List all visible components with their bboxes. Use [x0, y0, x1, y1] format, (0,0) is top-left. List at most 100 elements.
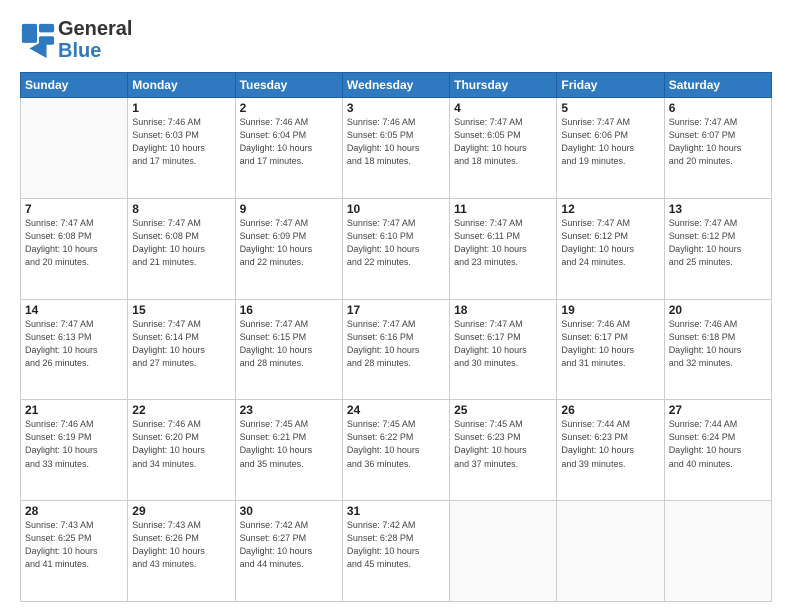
- day-info: Sunrise: 7:46 AMSunset: 6:19 PMDaylight:…: [25, 418, 123, 470]
- calendar-cell: 25Sunrise: 7:45 AMSunset: 6:23 PMDayligh…: [450, 400, 557, 501]
- day-info: Sunrise: 7:43 AMSunset: 6:26 PMDaylight:…: [132, 519, 230, 571]
- day-number: 22: [132, 403, 230, 417]
- calendar-cell: 24Sunrise: 7:45 AMSunset: 6:22 PMDayligh…: [342, 400, 449, 501]
- day-info: Sunrise: 7:45 AMSunset: 6:23 PMDaylight:…: [454, 418, 552, 470]
- day-info: Sunrise: 7:46 AMSunset: 6:04 PMDaylight:…: [240, 116, 338, 168]
- calendar-cell: 20Sunrise: 7:46 AMSunset: 6:18 PMDayligh…: [664, 299, 771, 400]
- calendar-cell: 28Sunrise: 7:43 AMSunset: 6:25 PMDayligh…: [21, 501, 128, 602]
- day-number: 19: [561, 303, 659, 317]
- calendar-cell: [557, 501, 664, 602]
- day-number: 14: [25, 303, 123, 317]
- day-number: 7: [25, 202, 123, 216]
- calendar-cell: 3Sunrise: 7:46 AMSunset: 6:05 PMDaylight…: [342, 98, 449, 199]
- calendar-cell: 9Sunrise: 7:47 AMSunset: 6:09 PMDaylight…: [235, 198, 342, 299]
- day-info: Sunrise: 7:47 AMSunset: 6:15 PMDaylight:…: [240, 318, 338, 370]
- day-info: Sunrise: 7:42 AMSunset: 6:27 PMDaylight:…: [240, 519, 338, 571]
- calendar-cell: 13Sunrise: 7:47 AMSunset: 6:12 PMDayligh…: [664, 198, 771, 299]
- calendar-table: SundayMondayTuesdayWednesdayThursdayFrid…: [20, 72, 772, 602]
- day-info: Sunrise: 7:47 AMSunset: 6:16 PMDaylight:…: [347, 318, 445, 370]
- calendar-cell: 11Sunrise: 7:47 AMSunset: 6:11 PMDayligh…: [450, 198, 557, 299]
- day-info: Sunrise: 7:44 AMSunset: 6:23 PMDaylight:…: [561, 418, 659, 470]
- calendar-cell: 18Sunrise: 7:47 AMSunset: 6:17 PMDayligh…: [450, 299, 557, 400]
- day-info: Sunrise: 7:45 AMSunset: 6:21 PMDaylight:…: [240, 418, 338, 470]
- logo: General Blue: [20, 18, 132, 62]
- day-info: Sunrise: 7:47 AMSunset: 6:07 PMDaylight:…: [669, 116, 767, 168]
- day-number: 25: [454, 403, 552, 417]
- calendar-cell: 29Sunrise: 7:43 AMSunset: 6:26 PMDayligh…: [128, 501, 235, 602]
- day-info: Sunrise: 7:47 AMSunset: 6:08 PMDaylight:…: [25, 217, 123, 269]
- day-number: 31: [347, 504, 445, 518]
- day-number: 26: [561, 403, 659, 417]
- calendar-cell: 5Sunrise: 7:47 AMSunset: 6:06 PMDaylight…: [557, 98, 664, 199]
- day-info: Sunrise: 7:47 AMSunset: 6:08 PMDaylight:…: [132, 217, 230, 269]
- day-number: 5: [561, 101, 659, 115]
- day-info: Sunrise: 7:46 AMSunset: 6:03 PMDaylight:…: [132, 116, 230, 168]
- calendar-cell: 14Sunrise: 7:47 AMSunset: 6:13 PMDayligh…: [21, 299, 128, 400]
- calendar-cell: 21Sunrise: 7:46 AMSunset: 6:19 PMDayligh…: [21, 400, 128, 501]
- calendar-cell: 26Sunrise: 7:44 AMSunset: 6:23 PMDayligh…: [557, 400, 664, 501]
- calendar-cell: 1Sunrise: 7:46 AMSunset: 6:03 PMDaylight…: [128, 98, 235, 199]
- day-number: 30: [240, 504, 338, 518]
- day-info: Sunrise: 7:46 AMSunset: 6:17 PMDaylight:…: [561, 318, 659, 370]
- calendar-cell: 31Sunrise: 7:42 AMSunset: 6:28 PMDayligh…: [342, 501, 449, 602]
- day-info: Sunrise: 7:42 AMSunset: 6:28 PMDaylight:…: [347, 519, 445, 571]
- day-info: Sunrise: 7:47 AMSunset: 6:12 PMDaylight:…: [561, 217, 659, 269]
- calendar-cell: 23Sunrise: 7:45 AMSunset: 6:21 PMDayligh…: [235, 400, 342, 501]
- calendar-cell: 10Sunrise: 7:47 AMSunset: 6:10 PMDayligh…: [342, 198, 449, 299]
- day-number: 29: [132, 504, 230, 518]
- calendar-cell: 7Sunrise: 7:47 AMSunset: 6:08 PMDaylight…: [21, 198, 128, 299]
- calendar-cell: 19Sunrise: 7:46 AMSunset: 6:17 PMDayligh…: [557, 299, 664, 400]
- day-header-sunday: Sunday: [21, 73, 128, 98]
- calendar-cell: 30Sunrise: 7:42 AMSunset: 6:27 PMDayligh…: [235, 501, 342, 602]
- day-number: 8: [132, 202, 230, 216]
- calendar-cell: 15Sunrise: 7:47 AMSunset: 6:14 PMDayligh…: [128, 299, 235, 400]
- logo-text: General Blue: [58, 18, 132, 62]
- calendar-cell: 8Sunrise: 7:47 AMSunset: 6:08 PMDaylight…: [128, 198, 235, 299]
- logo-icon: [20, 22, 56, 58]
- day-info: Sunrise: 7:47 AMSunset: 6:13 PMDaylight:…: [25, 318, 123, 370]
- calendar-cell: [664, 501, 771, 602]
- day-info: Sunrise: 7:47 AMSunset: 6:12 PMDaylight:…: [669, 217, 767, 269]
- day-header-saturday: Saturday: [664, 73, 771, 98]
- day-info: Sunrise: 7:47 AMSunset: 6:17 PMDaylight:…: [454, 318, 552, 370]
- day-number: 2: [240, 101, 338, 115]
- day-header-tuesday: Tuesday: [235, 73, 342, 98]
- header: General Blue: [20, 18, 772, 62]
- day-number: 20: [669, 303, 767, 317]
- day-header-thursday: Thursday: [450, 73, 557, 98]
- day-info: Sunrise: 7:47 AMSunset: 6:14 PMDaylight:…: [132, 318, 230, 370]
- day-number: 1: [132, 101, 230, 115]
- day-header-friday: Friday: [557, 73, 664, 98]
- day-info: Sunrise: 7:44 AMSunset: 6:24 PMDaylight:…: [669, 418, 767, 470]
- calendar-cell: 16Sunrise: 7:47 AMSunset: 6:15 PMDayligh…: [235, 299, 342, 400]
- day-header-wednesday: Wednesday: [342, 73, 449, 98]
- calendar-cell: 22Sunrise: 7:46 AMSunset: 6:20 PMDayligh…: [128, 400, 235, 501]
- day-info: Sunrise: 7:47 AMSunset: 6:06 PMDaylight:…: [561, 116, 659, 168]
- calendar-cell: [450, 501, 557, 602]
- day-number: 23: [240, 403, 338, 417]
- day-header-monday: Monday: [128, 73, 235, 98]
- day-info: Sunrise: 7:46 AMSunset: 6:18 PMDaylight:…: [669, 318, 767, 370]
- day-number: 10: [347, 202, 445, 216]
- day-number: 18: [454, 303, 552, 317]
- day-number: 15: [132, 303, 230, 317]
- day-info: Sunrise: 7:47 AMSunset: 6:09 PMDaylight:…: [240, 217, 338, 269]
- day-number: 17: [347, 303, 445, 317]
- day-info: Sunrise: 7:47 AMSunset: 6:11 PMDaylight:…: [454, 217, 552, 269]
- day-number: 4: [454, 101, 552, 115]
- day-info: Sunrise: 7:46 AMSunset: 6:20 PMDaylight:…: [132, 418, 230, 470]
- calendar-cell: [21, 98, 128, 199]
- day-info: Sunrise: 7:46 AMSunset: 6:05 PMDaylight:…: [347, 116, 445, 168]
- day-info: Sunrise: 7:45 AMSunset: 6:22 PMDaylight:…: [347, 418, 445, 470]
- day-number: 27: [669, 403, 767, 417]
- calendar-cell: 6Sunrise: 7:47 AMSunset: 6:07 PMDaylight…: [664, 98, 771, 199]
- calendar-cell: 27Sunrise: 7:44 AMSunset: 6:24 PMDayligh…: [664, 400, 771, 501]
- calendar-cell: 2Sunrise: 7:46 AMSunset: 6:04 PMDaylight…: [235, 98, 342, 199]
- day-info: Sunrise: 7:47 AMSunset: 6:10 PMDaylight:…: [347, 217, 445, 269]
- calendar-cell: 17Sunrise: 7:47 AMSunset: 6:16 PMDayligh…: [342, 299, 449, 400]
- day-number: 16: [240, 303, 338, 317]
- page: General Blue SundayMondayTuesdayWednesda…: [0, 0, 792, 612]
- calendar-cell: 4Sunrise: 7:47 AMSunset: 6:05 PMDaylight…: [450, 98, 557, 199]
- day-info: Sunrise: 7:43 AMSunset: 6:25 PMDaylight:…: [25, 519, 123, 571]
- day-info: Sunrise: 7:47 AMSunset: 6:05 PMDaylight:…: [454, 116, 552, 168]
